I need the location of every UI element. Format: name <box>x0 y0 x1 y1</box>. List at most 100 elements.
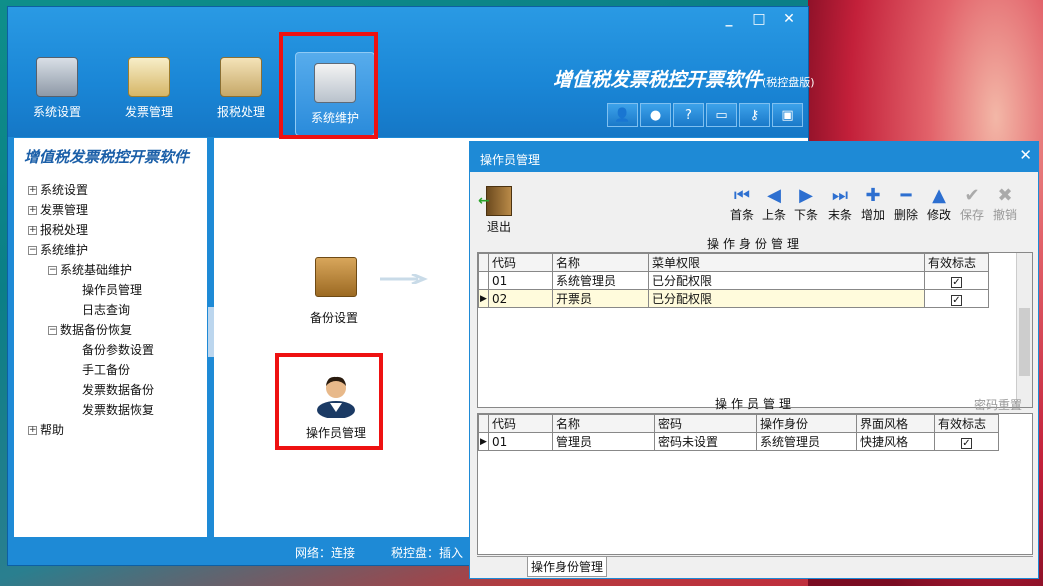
collapse-icon[interactable]: − <box>48 266 57 275</box>
cell-valid[interactable]: ✓ <box>934 432 999 451</box>
collapse-icon[interactable]: − <box>28 246 37 255</box>
row-indicator <box>478 271 489 290</box>
toolbar-system-settings[interactable]: 系统设置 <box>22 57 92 120</box>
cell-code[interactable]: 02 <box>488 289 553 308</box>
column-header[interactable]: 有效标志 <box>934 414 999 433</box>
valid-checkbox[interactable]: ✓ <box>951 276 962 288</box>
network-status: 网络：连接 <box>295 546 356 560</box>
next-label: 下条 <box>793 208 818 222</box>
table-row-selected[interactable]: ▶ 01 管理员 密码未设置 系统管理员 快捷风格 ✓ <box>478 432 999 451</box>
tree-node-label: 数据备份恢复 <box>60 323 133 337</box>
cell-valid[interactable]: ✓ <box>924 271 989 290</box>
tree-node-invoice-restore[interactable]: 发票数据恢复 <box>82 401 154 418</box>
tree-node-operator-management[interactable]: 操作员管理 <box>82 281 142 298</box>
expand-icon[interactable]: + <box>28 186 37 195</box>
tree-node-tax[interactable]: + 报税处理 <box>28 221 88 238</box>
vertical-scrollbar[interactable] <box>1016 253 1032 407</box>
row-pointer-icon: ▶ <box>478 432 489 451</box>
globe-icon[interactable]: ● <box>640 103 671 127</box>
column-header[interactable]: 密码 <box>654 414 757 433</box>
tree-node-system-settings[interactable]: + 系统设置 <box>28 181 88 198</box>
expand-icon[interactable]: + <box>28 206 37 215</box>
tree-node-invoice-backup[interactable]: 发票数据备份 <box>82 381 154 398</box>
cell-name[interactable]: 系统管理员 <box>552 271 649 290</box>
scroll-thumb[interactable] <box>1019 308 1030 376</box>
maximize-button[interactable]: □ <box>746 9 772 29</box>
next-record-button[interactable]: ▶ 下条 <box>790 186 822 223</box>
tree-node-label: 发票数据恢复 <box>82 403 155 417</box>
key-icon[interactable]: ⚷ <box>739 103 770 127</box>
table-row[interactable]: 01 系统管理员 已分配权限 ✓ <box>478 271 989 290</box>
add-label: 增加 <box>860 208 885 222</box>
password-reset-button[interactable]: 密码重置 <box>974 396 1022 413</box>
column-header[interactable]: 代码 <box>488 414 553 433</box>
row-pointer-icon: ▶ <box>478 289 489 308</box>
cell-name[interactable]: 管理员 <box>552 432 655 451</box>
window-icon[interactable]: ▭ <box>706 103 737 127</box>
tree-node-label: 操作员管理 <box>82 283 143 297</box>
save-label: 保存 <box>959 208 984 222</box>
column-header[interactable]: 名称 <box>552 253 649 272</box>
user-icon[interactable]: 👤 <box>607 103 638 127</box>
folder-backup-icon[interactable] <box>315 257 357 297</box>
expand-icon[interactable]: + <box>28 426 37 435</box>
delete-label: 删除 <box>893 208 918 222</box>
tab-role-management[interactable]: 操作身份管理 <box>527 557 608 577</box>
column-header[interactable]: 名称 <box>552 414 655 433</box>
arrow-right-icon <box>380 274 428 284</box>
last-record-button[interactable]: ⏭ 末条 <box>824 186 856 223</box>
column-header[interactable]: 有效标志 <box>924 253 989 272</box>
cell-password[interactable]: 密码未设置 <box>654 432 757 451</box>
dialog-tab-strip: 操作身份管理 <box>477 556 1033 577</box>
column-header[interactable]: 操作身份 <box>756 414 857 433</box>
cell-role[interactable]: 系统管理员 <box>756 432 857 451</box>
cell-code[interactable]: 01 <box>488 271 553 290</box>
tree-node-invoice[interactable]: + 发票管理 <box>28 201 88 218</box>
expand-icon[interactable]: + <box>28 226 37 235</box>
help-icon[interactable]: ? <box>673 103 704 127</box>
tree-node-basic-maintenance[interactable]: − 系统基础维护 <box>48 261 132 278</box>
dialog-close-button[interactable]: ✕ <box>1019 146 1032 164</box>
edit-button[interactable]: ▲ 修改 <box>923 186 955 223</box>
column-header[interactable]: 代码 <box>488 253 553 272</box>
close-button[interactable]: ✕ <box>776 9 802 29</box>
tree-node-label: 日志查询 <box>82 303 131 317</box>
column-header[interactable]: 界面风格 <box>856 414 935 433</box>
cell-valid[interactable]: ✓ <box>924 289 989 308</box>
minimize-button[interactable]: _ <box>716 9 742 29</box>
cell-name[interactable]: 开票员 <box>552 289 649 308</box>
app-title: 增值税发票税控开票软件(税控盘版) <box>553 65 815 92</box>
cell-permission[interactable]: 已分配权限 <box>648 289 925 308</box>
cell-permission[interactable]: 已分配权限 <box>648 271 925 290</box>
save-button[interactable]: ✔ 保存 <box>956 186 988 223</box>
cancel-label: 撤销 <box>992 208 1017 222</box>
tree-node-data-backup[interactable]: − 数据备份恢复 <box>48 321 132 338</box>
tree-node-help[interactable]: + 帮助 <box>28 421 64 438</box>
valid-checkbox[interactable]: ✓ <box>961 437 972 449</box>
operator-grid: 代码 名称 密码 操作身份 界面风格 有效标志 ▶ 01 管理员 密码未设置 系… <box>477 413 1033 555</box>
exit-button[interactable]: 退出 <box>478 186 514 235</box>
prev-icon: ◀ <box>767 185 781 206</box>
delete-button[interactable]: ━ 删除 <box>890 186 922 223</box>
toolbar-invoice-management[interactable]: 发票管理 <box>114 57 184 120</box>
role-grid: 代码 名称 菜单权限 有效标志 01 系统管理员 已分配权限 ✓ ▶ 02 开票… <box>477 252 1033 408</box>
valid-checkbox[interactable]: ✓ <box>951 294 962 306</box>
tree-node-log-query[interactable]: 日志查询 <box>82 301 130 318</box>
first-record-button[interactable]: ⏮ 首条 <box>726 186 758 223</box>
lock-icon[interactable]: ▣ <box>772 103 803 127</box>
tree-node-maintenance[interactable]: − 系统维护 <box>28 241 88 258</box>
toolbar-tax-processing[interactable]: 报税处理 <box>206 57 276 120</box>
row-header-cell <box>478 253 489 272</box>
column-header[interactable]: 菜单权限 <box>648 253 925 272</box>
cancel-button[interactable]: ✖ 撤销 <box>989 186 1021 223</box>
prev-record-button[interactable]: ◀ 上条 <box>758 186 790 223</box>
collapse-icon[interactable]: − <box>48 326 57 335</box>
tree-node-manual-backup[interactable]: 手工备份 <box>82 361 130 378</box>
cell-code[interactable]: 01 <box>488 432 553 451</box>
tree-node-backup-params[interactable]: 备份参数设置 <box>82 341 154 358</box>
tree-node-label: 系统基础维护 <box>60 263 133 277</box>
table-row-selected[interactable]: ▶ 02 开票员 已分配权限 ✓ <box>478 289 989 308</box>
cell-style[interactable]: 快捷风格 <box>856 432 935 451</box>
add-button[interactable]: ✚ 增加 <box>857 186 889 223</box>
backup-settings-label[interactable]: 备份设置 <box>310 309 358 326</box>
